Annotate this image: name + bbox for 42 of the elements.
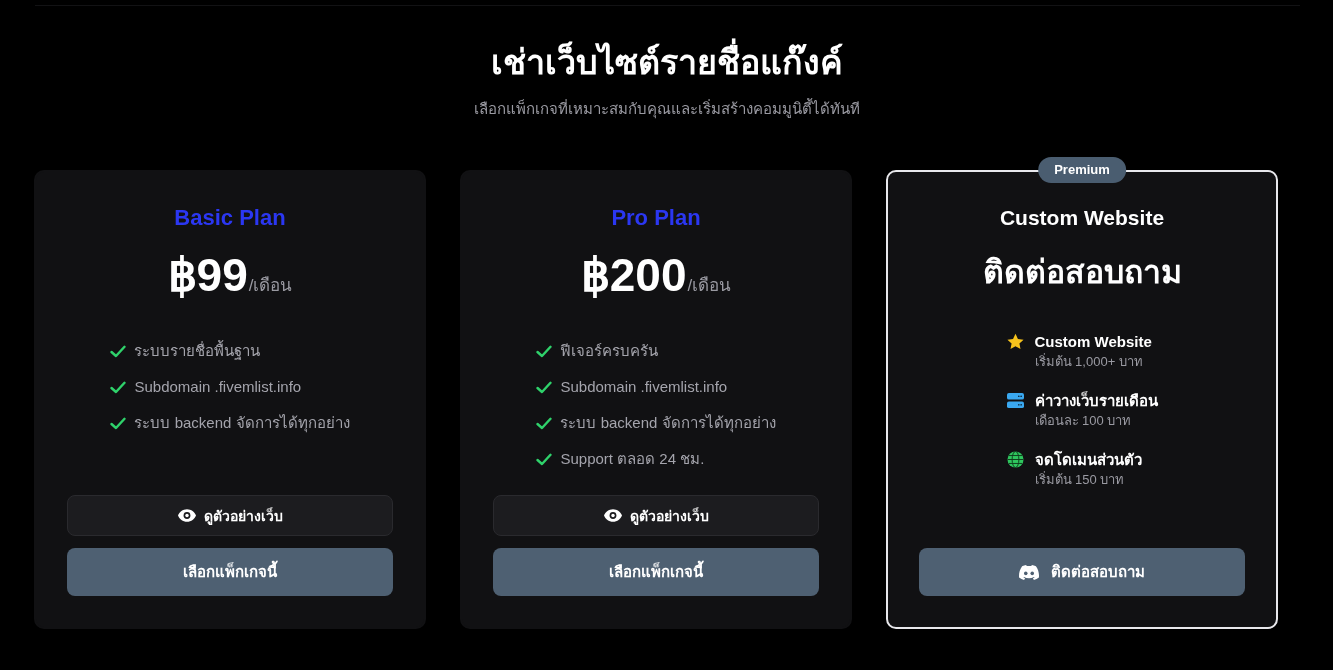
select-package-button[interactable]: เลือกแพ็กเกจนี้ [67,548,393,596]
feature-text: ระบบรายชื่อพื้นฐาน [134,339,261,362]
plan-price: ฿99 [167,248,248,303]
feature-text: Subdomain .fivemlist.info [560,377,728,397]
check-icon [110,416,127,430]
eye-icon [177,509,196,522]
plan-name: Basic Plan [174,204,286,232]
service-price: เริ่มต้น 1,000+ บาท [1034,352,1144,371]
page-subtitle: เลือกแพ็กเกจที่เหมาะสมกับคุณและเริ่มสร้างคอมมูนิตี้ได้ทันที [473,98,860,120]
feature-text: Subdomain .fivemlist.info [134,377,302,397]
page-title: เช่าเว็บไซต์รายชื่อแก๊งค์ [490,40,843,84]
check-icon [110,380,127,394]
feature-text: ระบบ backend จัดการได้ทุกอย่าง [134,413,350,435]
preview-website-button[interactable]: ดูตัวอย่างเว็บ [67,495,393,536]
eye-icon [603,509,622,522]
globe-icon [1006,451,1024,468]
select-package-button[interactable]: เลือกแพ็กเกจนี้ [493,548,819,596]
feature-text: ฟีเจอร์ครบครัน [560,341,659,361]
discord-icon [1019,564,1039,580]
feature-text: Support ตลอด 24 ชม. [560,449,705,469]
check-icon [110,344,127,358]
check-icon [536,452,553,466]
service-title: ค่าวางเว็บรายเดือน [1034,391,1158,411]
service-title: Custom Website [1034,332,1152,352]
check-icon [536,416,553,430]
contact-button[interactable]: ติดต่อสอบถาม [919,548,1245,596]
check-icon [536,380,553,394]
price-period: /เดือน [687,275,732,297]
premium-badge: Premium [1038,157,1126,183]
feature-text: ระบบ backend จัดการได้ทุกอย่าง [560,413,776,435]
plan-price: ติดต่อสอบถาม [982,253,1182,292]
price-period: /เดือน [248,275,293,297]
service-price: เดือนละ 100 บาท [1034,412,1133,430]
check-icon [536,344,553,358]
plan-price: ฿200 [580,248,687,303]
plan-name: Custom Website [999,205,1165,231]
preview-website-button[interactable]: ดูตัวอย่างเว็บ [493,495,819,536]
service-title: จดโดเมนส่วนตัว [1034,450,1142,470]
server-icon [1006,392,1024,409]
plan-name: Pro Plan [611,204,701,232]
service-price: เริ่มต้น 150 บาท [1034,470,1126,489]
star-icon [1006,333,1024,350]
